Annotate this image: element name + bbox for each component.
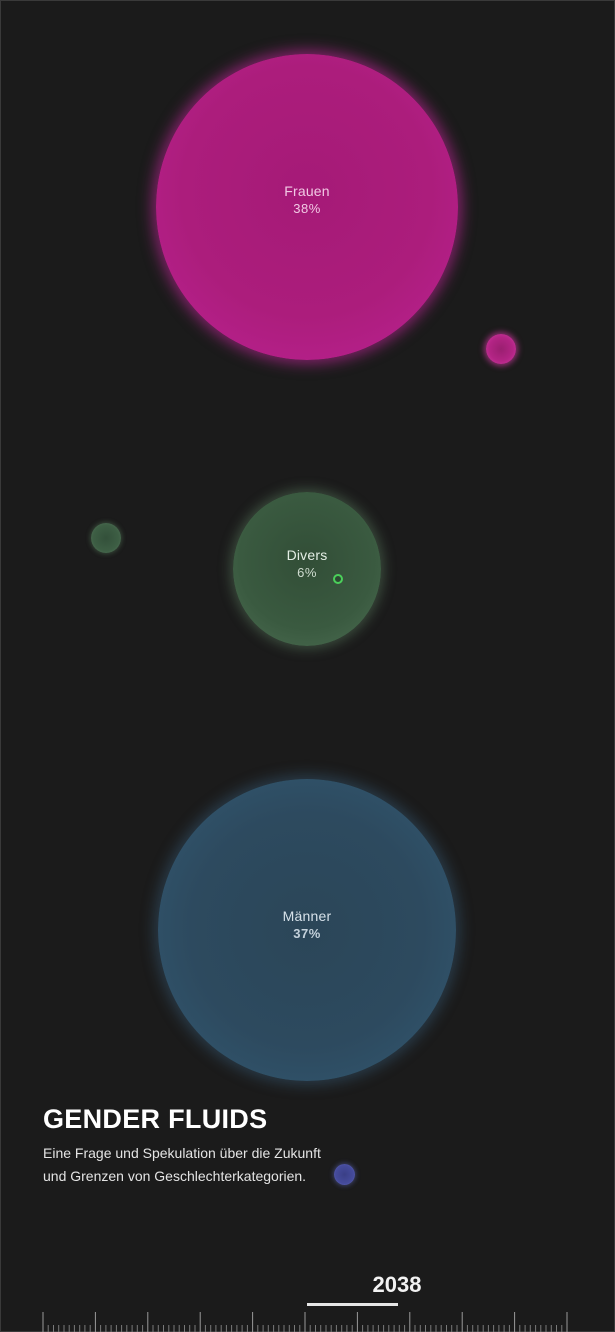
bubble-divers-percent: 6% <box>297 565 317 580</box>
bubble-maenner-percent: 37% <box>293 926 321 941</box>
bubble-frauen-label: Frauen <box>284 183 330 199</box>
timeline-scale[interactable] <box>0 1310 615 1332</box>
subtitle-line-2: und Grenzen von Geschlechterkategorien. <box>43 1168 307 1184</box>
bubble-frauen-percent: 38% <box>293 201 321 216</box>
bubble-frauen[interactable]: Frauen 38% <box>156 54 458 360</box>
small-dot-pink[interactable] <box>486 334 516 364</box>
bubble-divers[interactable]: Divers 6% <box>233 492 381 646</box>
timeline-year: 2038 <box>372 1272 422 1297</box>
page-title: GENDER FLUIDS <box>43 1104 268 1134</box>
bubble-maenner[interactable]: Männer 37% <box>158 779 456 1081</box>
small-ring-marker[interactable] <box>333 574 343 584</box>
bubble-divers-label: Divers <box>286 547 328 563</box>
bubble-maenner-label: Männer <box>282 908 332 924</box>
small-dot-green[interactable] <box>91 523 121 553</box>
small-dot-blue[interactable] <box>334 1164 355 1185</box>
timeline-year-indicator[interactable] <box>307 1303 398 1306</box>
subtitle-line-1: Eine Frage und Spekulation über die Zuku… <box>43 1145 321 1161</box>
